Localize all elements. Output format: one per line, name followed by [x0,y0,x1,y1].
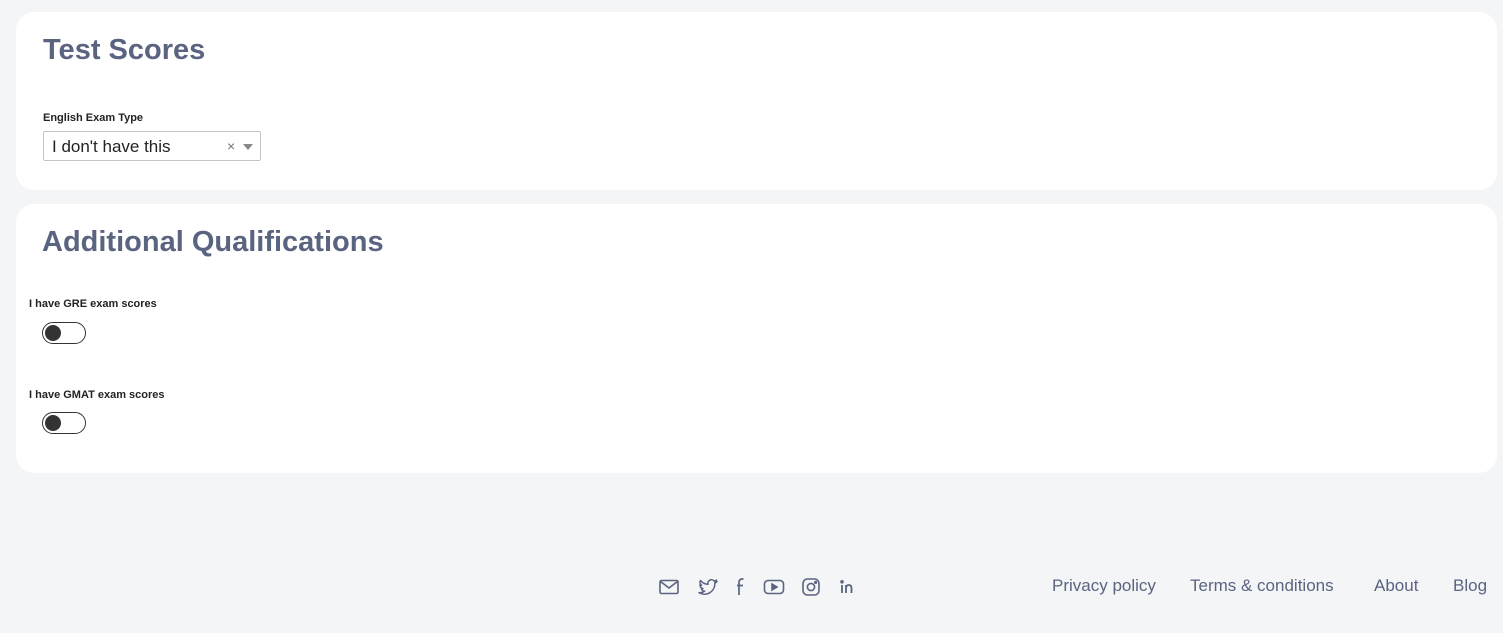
clear-selection-icon[interactable]: × [227,139,235,153]
toggle-knob [45,415,61,431]
linkedin-icon[interactable] [835,575,859,599]
english-exam-type-select[interactable]: I don't have this × [43,131,261,161]
gmat-scores-label: I have GMAT exam scores [29,389,165,401]
about-link[interactable]: About [1374,576,1418,596]
blog-link[interactable]: Blog [1453,576,1487,596]
english-exam-type-label: English Exam Type [43,112,144,124]
youtube-icon[interactable] [762,575,786,599]
toggle-knob [45,325,61,341]
test-scores-card: Test Scores English Exam Type I don't ha… [16,12,1497,190]
additional-qualifications-card: Additional Qualifications I have GRE exa… [16,204,1497,473]
gre-scores-label: I have GRE exam scores [29,298,157,310]
mail-icon[interactable] [657,575,681,599]
terms-conditions-link[interactable]: Terms & conditions [1190,576,1334,596]
additional-qualifications-title: Additional Qualifications [42,226,384,258]
chevron-down-icon[interactable] [243,144,253,150]
twitter-icon[interactable] [696,575,720,599]
privacy-policy-link[interactable]: Privacy policy [1052,576,1156,596]
facebook-icon[interactable] [729,575,753,599]
gre-scores-toggle[interactable] [42,322,86,344]
gmat-scores-toggle[interactable] [42,412,86,434]
english-exam-type-value: I don't have this [52,137,171,156]
instagram-icon[interactable] [799,575,823,599]
test-scores-title: Test Scores [43,34,206,66]
